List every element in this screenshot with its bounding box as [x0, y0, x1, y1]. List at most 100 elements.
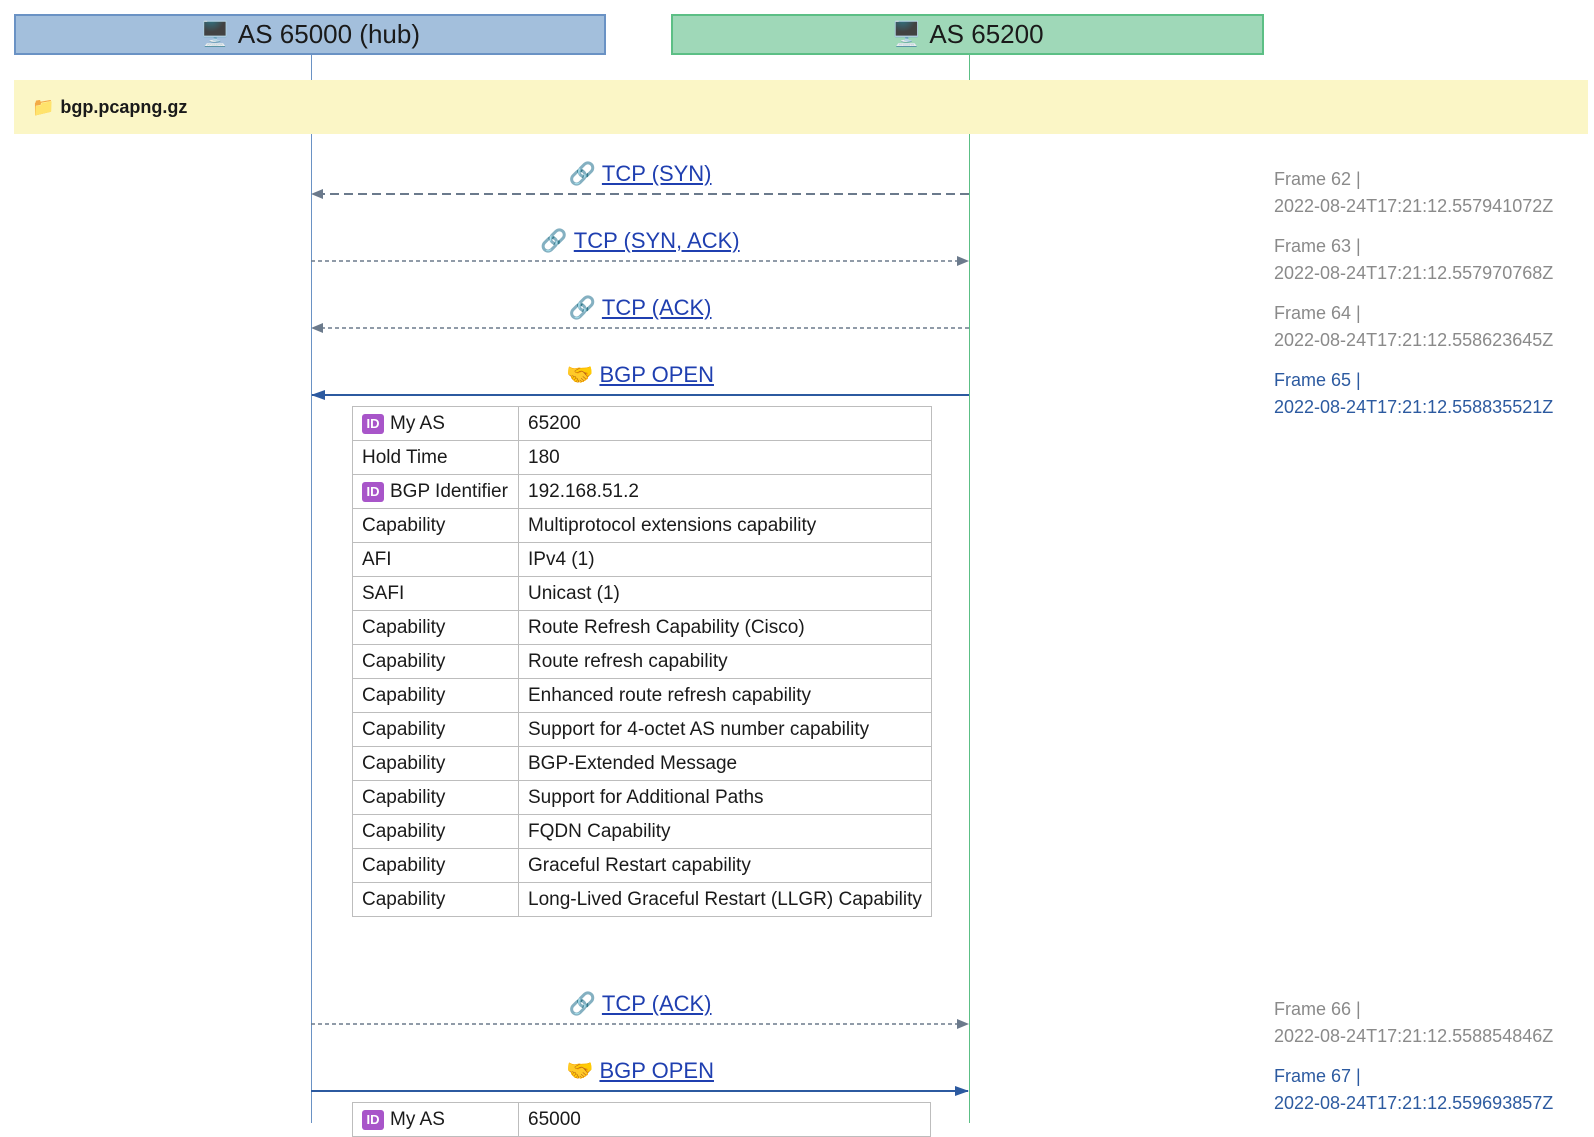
- field-key: My AS: [390, 412, 445, 434]
- field-value: Enhanced route refresh capability: [518, 678, 932, 713]
- field-name: ID BGP Identifier: [352, 474, 519, 509]
- table-row: Capability Support for Additional Paths: [352, 780, 932, 815]
- field-value: BGP-Extended Message: [518, 746, 932, 781]
- folder-icon: 📁: [32, 96, 55, 117]
- message-link-tcp-syn[interactable]: 🔗 TCP (SYN): [568, 161, 711, 187]
- field-value: 192.168.51.2: [518, 474, 932, 509]
- field-name: Capability: [352, 610, 519, 645]
- field-key: Capability: [362, 616, 446, 638]
- frame-timestamp: 2022-08-24T17:21:12.558835521Z: [1274, 397, 1554, 417]
- field-value: FQDN Capability: [518, 814, 932, 849]
- field-name: ID My AS: [352, 1102, 519, 1137]
- lifeline-peer: [969, 55, 970, 1123]
- frame-timestamp: 2022-08-24T17:21:12.558623645Z: [1274, 330, 1554, 350]
- frame-number: Frame 64 |: [1274, 303, 1361, 323]
- frame-number: Frame 67 |: [1274, 1066, 1361, 1086]
- message-link-bgp-open[interactable]: 🤝 BGP OPEN: [566, 1058, 714, 1084]
- field-value: Unicast (1): [518, 576, 932, 611]
- file-name: bgp.pcapng.gz: [60, 96, 188, 117]
- frame-number: Frame 66 |: [1274, 999, 1361, 1019]
- field-key: My AS: [390, 1108, 445, 1130]
- table-row: Capability Multiprotocol extensions capab…: [352, 508, 932, 543]
- field-name: Capability: [352, 780, 519, 815]
- message-label: BGP OPEN: [599, 362, 714, 387]
- field-key: Capability: [362, 684, 446, 706]
- participant-peer: 🖥️ AS 65200: [671, 14, 1264, 55]
- message-label: TCP (ACK): [601, 295, 712, 320]
- handshake-icon: 🤝: [566, 1058, 594, 1083]
- field-value: Route refresh capability: [518, 644, 932, 679]
- frame-note: Frame 62 | 2022-08-24T17:21:12.557941072…: [1274, 166, 1553, 220]
- table-row: Hold Time 180: [352, 440, 932, 475]
- frame-timestamp: 2022-08-24T17:21:12.557941072Z: [1274, 196, 1554, 216]
- field-key: Capability: [362, 752, 446, 774]
- table-row: Capability BGP-Extended Message: [352, 746, 932, 781]
- bgp-open-details-table: ID My AS 65200 Hold Time 180 ID BGP Identifier…: [352, 406, 932, 917]
- table-row: Capability Route refresh capability: [352, 644, 932, 679]
- table-row: ID BGP Identifier 192.168.51.2: [352, 474, 932, 509]
- table-row: Capability FQDN Capability: [352, 814, 932, 849]
- field-key: Capability: [362, 820, 446, 842]
- field-key: BGP Identifier: [390, 480, 508, 502]
- id-icon: ID: [362, 413, 384, 434]
- participant-peer-label: AS 65200: [929, 19, 1044, 49]
- message-link-tcp-ack[interactable]: 🔗 TCP (ACK): [568, 295, 711, 321]
- field-key: AFI: [362, 548, 392, 570]
- frame-note: Frame 66 | 2022-08-24T17:21:12.558854846…: [1274, 996, 1553, 1050]
- frame-note: Frame 67 | 2022-08-24T17:21:12.559693857…: [1274, 1063, 1553, 1117]
- id-icon: ID: [362, 481, 384, 502]
- frame-note: Frame 64 | 2022-08-24T17:21:12.558623645…: [1274, 300, 1553, 354]
- field-name: Capability: [352, 814, 519, 849]
- table-row: Capability Graceful Restart capability: [352, 848, 932, 883]
- frame-timestamp: 2022-08-24T17:21:12.558854846Z: [1274, 1026, 1554, 1046]
- field-name: Capability: [352, 508, 519, 543]
- field-value: Graceful Restart capability: [518, 848, 932, 883]
- field-value: Support for 4-octet AS number capability: [518, 712, 932, 747]
- message-link-tcp-syn-ack[interactable]: 🔗 TCP (SYN, ACK): [540, 228, 739, 254]
- message-link-bgp-open[interactable]: 🤝 BGP OPEN: [566, 362, 714, 388]
- link-icon: 🔗: [568, 991, 596, 1016]
- table-row: SAFI Unicast (1): [352, 576, 932, 611]
- field-value: Route Refresh Capability (Cisco): [518, 610, 932, 645]
- field-name: Capability: [352, 712, 519, 747]
- table-row: ID My AS 65200: [352, 406, 932, 441]
- field-value: 180: [518, 440, 932, 475]
- field-name: ID My AS: [352, 406, 519, 441]
- field-value: Long-Lived Graceful Restart (LLGR) Capab…: [518, 882, 932, 917]
- field-name: AFI: [352, 542, 519, 577]
- field-key: SAFI: [362, 582, 405, 604]
- computer-icon: 🖥️: [199, 21, 230, 48]
- frame-timestamp: 2022-08-24T17:21:12.559693857Z: [1274, 1093, 1554, 1113]
- table-row: AFI IPv4 (1): [352, 542, 932, 577]
- field-key: Capability: [362, 718, 446, 740]
- message-label: TCP (SYN): [601, 161, 712, 186]
- table-row: Capability Route Refresh Capability (Cisc…: [352, 610, 932, 645]
- frame-number: Frame 63 |: [1274, 236, 1361, 256]
- participant-hub: 🖥️ AS 65000 (hub): [14, 14, 606, 55]
- field-value: Support for Additional Paths: [518, 780, 932, 815]
- frame-number: Frame 65 |: [1274, 370, 1361, 390]
- field-key: Capability: [362, 888, 446, 910]
- field-name: SAFI: [352, 576, 519, 611]
- field-value: IPv4 (1): [518, 542, 932, 577]
- field-value: Multiprotocol extensions capability: [518, 508, 932, 543]
- field-name: Capability: [352, 644, 519, 679]
- participant-hub-label: AS 65000 (hub): [237, 19, 421, 49]
- message-link-tcp-ack[interactable]: 🔗 TCP (ACK): [568, 991, 711, 1017]
- field-key: Capability: [362, 786, 446, 808]
- field-value: 65000: [518, 1102, 931, 1137]
- message-label: TCP (ACK): [601, 991, 712, 1016]
- lifeline-hub: [311, 55, 312, 1123]
- field-key: Capability: [362, 514, 446, 536]
- file-note: 📁 bgp.pcapng.gz: [14, 80, 1588, 134]
- field-name: Capability: [352, 746, 519, 781]
- link-icon: 🔗: [568, 295, 596, 320]
- message-label: BGP OPEN: [599, 1058, 714, 1083]
- field-key: Hold Time: [362, 446, 448, 468]
- computer-icon: 🖥️: [891, 21, 922, 48]
- message-label: TCP (SYN, ACK): [573, 228, 740, 253]
- id-icon: ID: [362, 1109, 384, 1130]
- field-name: Capability: [352, 678, 519, 713]
- frame-note: Frame 63 | 2022-08-24T17:21:12.557970768…: [1274, 233, 1553, 287]
- field-key: Capability: [362, 650, 446, 672]
